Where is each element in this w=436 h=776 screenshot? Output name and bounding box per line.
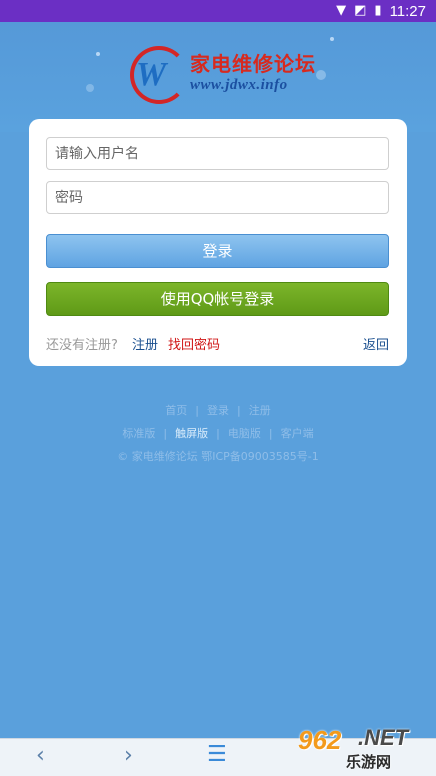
forward-arrow-icon[interactable]: › <box>124 743 133 768</box>
header-banner: W 家电维修论坛 www.jdwx.info <box>0 22 436 132</box>
login-card: 登录 使用QQ帐号登录 还没有注册? 注册 找回密码 返回 <box>29 119 407 366</box>
site-logo[interactable]: W 家电维修论坛 www.jdwx.info <box>130 44 315 104</box>
sparkle-decoration <box>316 70 326 80</box>
status-time: 11:27 <box>389 2 426 20</box>
footer-link-desktop[interactable]: 电脑版 <box>228 427 261 440</box>
bottom-nav-bar: ‹ › ☰ 962 .NET 乐游网 <box>0 725 436 776</box>
footer-link-client[interactable]: 客户端 <box>281 427 314 440</box>
sparkle-decoration <box>330 37 334 41</box>
username-input[interactable] <box>46 137 389 170</box>
watermark-text: 乐游网 <box>346 753 392 771</box>
login-links: 还没有注册? 注册 找回密码 返回 <box>46 334 389 354</box>
sparkle-decoration <box>86 84 94 92</box>
signal-icon: ◩ <box>354 3 367 18</box>
login-button[interactable]: 登录 <box>46 234 389 268</box>
footer-link-login[interactable]: 登录 <box>207 404 229 417</box>
wifi-icon: ▼ <box>336 3 347 18</box>
logo-url: www.jdwx.info <box>190 77 288 93</box>
watermark-logo: 962 .NET 乐游网 <box>290 725 430 775</box>
back-link[interactable]: 返回 <box>363 334 389 353</box>
footer-link-home[interactable]: 首页 <box>165 404 187 417</box>
footer-nav: 首页 | 登录 | 注册 <box>165 404 271 417</box>
watermark-suffix: .NET <box>358 725 409 750</box>
logo-letter: W <box>136 56 167 93</box>
register-link[interactable]: 注册 <box>132 334 158 353</box>
qq-login-button[interactable]: 使用QQ帐号登录 <box>46 282 389 316</box>
status-bar: ▼ ◩ ▮ 11:27 <box>0 0 436 22</box>
sparkle-decoration <box>96 52 100 56</box>
no-account-text: 还没有注册? <box>46 338 118 353</box>
battery-icon: ▮ <box>374 3 382 18</box>
footer-link-register[interactable]: 注册 <box>249 404 271 417</box>
footer-link-standard[interactable]: 标准版 <box>122 427 155 440</box>
logo-title: 家电维修论坛 <box>190 52 316 76</box>
footer-versions: 标准版 | 触屏版 | 电脑版 | 客户端 <box>122 427 314 440</box>
forgot-password-link[interactable]: 找回密码 <box>168 334 220 353</box>
back-arrow-icon[interactable]: ‹ <box>36 743 45 768</box>
password-input[interactable] <box>46 181 389 214</box>
footer-link-touch[interactable]: 触屏版 <box>175 427 208 440</box>
footer-copyright: © 家电维修论坛 鄂ICP备09003585号-1 <box>117 450 319 463</box>
watermark-number: 962 <box>298 725 342 755</box>
menu-icon[interactable]: ☰ <box>207 742 227 767</box>
